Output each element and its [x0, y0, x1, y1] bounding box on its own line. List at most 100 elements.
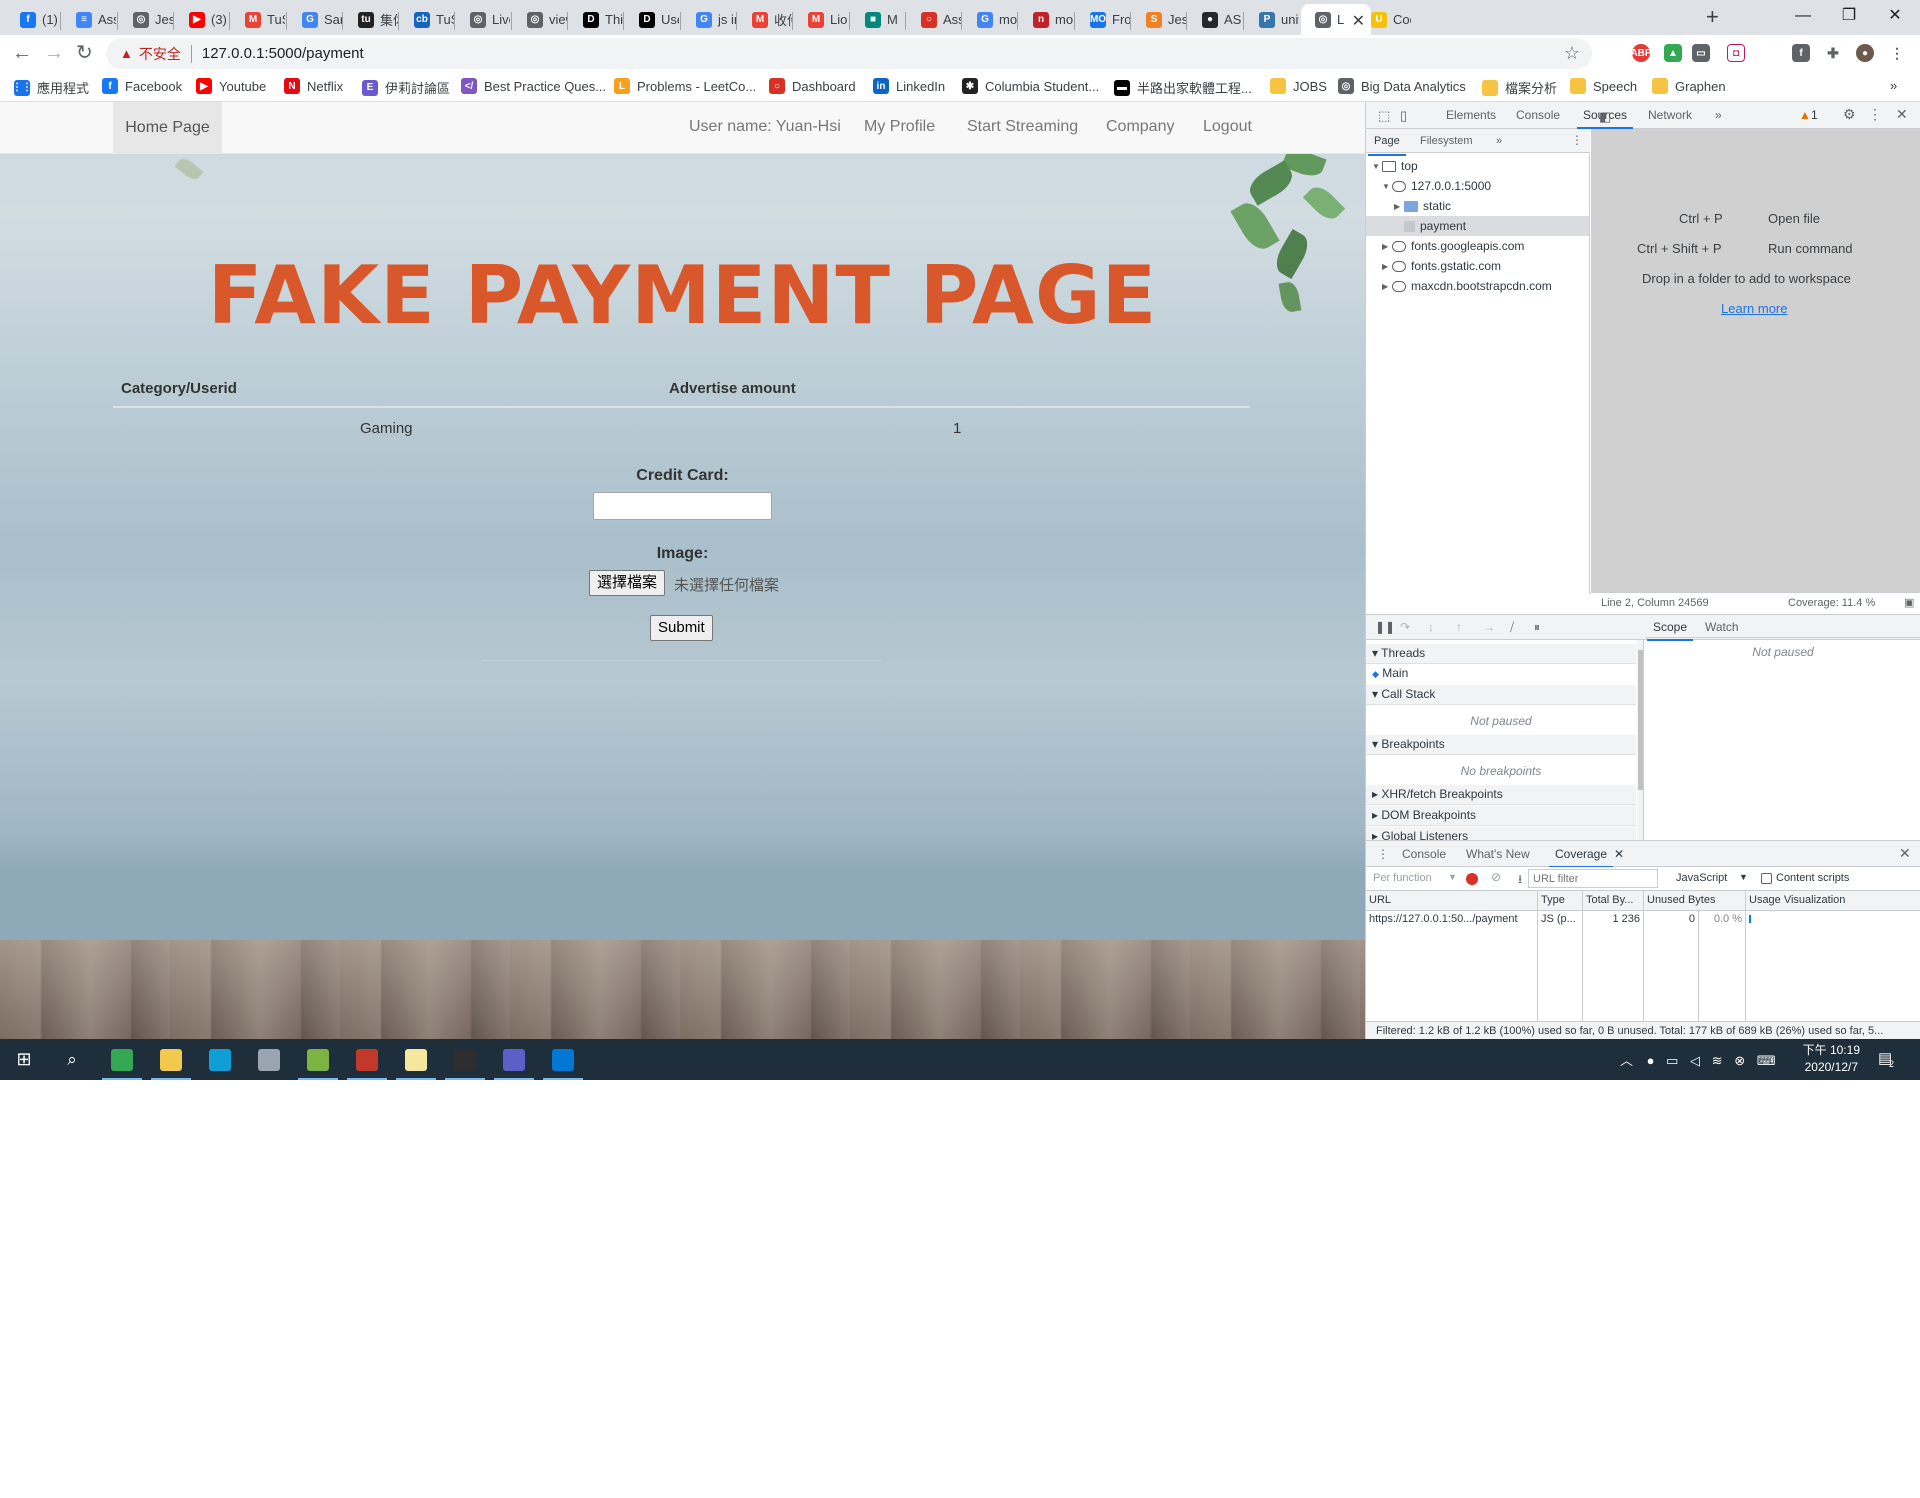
- devtools-menu-icon[interactable]: ⋮: [1868, 106, 1882, 123]
- more-bookmarks-icon[interactable]: »: [1890, 78, 1897, 93]
- tree-item-gstatic[interactable]: ▶ fonts.gstatic.com: [1366, 256, 1589, 276]
- browser-tab[interactable]: Gjs im: [682, 4, 736, 35]
- inspect-element-icon[interactable]: ⬚: [1378, 108, 1390, 124]
- drawer-tab-coverage[interactable]: Coverage: [1548, 847, 1614, 868]
- xhr-breakpoints-section[interactable]: ▸ XHR/fetch Breakpoints: [1366, 785, 1636, 805]
- nav-logout-link[interactable]: Logout: [1203, 118, 1252, 136]
- bookmark-item[interactable]: ▬ 半路出家軟體工程...: [1114, 78, 1252, 97]
- browser-tab[interactable]: U Cod: [1357, 4, 1411, 35]
- coverage-percent[interactable]: Coverage: 11.4 %: [1788, 597, 1875, 609]
- breakpoints-section[interactable]: ▾ Breakpoints: [1366, 735, 1636, 755]
- global-listeners-section[interactable]: ▸ Global Listeners: [1366, 827, 1636, 840]
- submit-button[interactable]: Submit: [650, 615, 713, 641]
- reload-icon[interactable]: ↻: [76, 39, 93, 67]
- tree-item-googleapis[interactable]: ▶ fonts.googleapis.com: [1366, 236, 1589, 256]
- browser-tab[interactable]: M 收件: [738, 4, 792, 35]
- bookmark-item[interactable]: Speech: [1570, 78, 1637, 94]
- browser-tab[interactable]: Gmoc: [963, 4, 1017, 35]
- close-drawer-icon[interactable]: ✕: [1899, 845, 1911, 862]
- taskbar-app[interactable]: [196, 1039, 244, 1080]
- browser-tab[interactable]: ◎ Live: [456, 4, 510, 35]
- bookmark-item[interactable]: ✱ Columbia Student...: [962, 78, 1099, 94]
- browser-tab[interactable]: S Jest: [1132, 4, 1186, 35]
- record-icon[interactable]: [1466, 873, 1478, 885]
- tab-page[interactable]: Page: [1368, 135, 1406, 156]
- column-header-type[interactable]: Type: [1538, 891, 1583, 911]
- tree-item-bootstrapcdn[interactable]: ▶ maxcdn.bootstrapcdn.com: [1366, 276, 1589, 296]
- taskbar-app[interactable]: [490, 1039, 538, 1080]
- taskbar-app[interactable]: [245, 1039, 293, 1080]
- more-subtabs-icon[interactable]: »: [1496, 135, 1502, 147]
- thread-main[interactable]: ◆ Main: [1372, 666, 1408, 680]
- address-bar[interactable]: ▲ 不安全 127.0.0.1:5000/payment ☆: [106, 38, 1592, 69]
- show-hidden-icons-icon[interactable]: ︿: [1620, 1053, 1633, 1068]
- scrollbar[interactable]: [1637, 640, 1643, 840]
- start-button[interactable]: ⊞: [0, 1039, 48, 1080]
- step-icon[interactable]: →: [1483, 620, 1495, 634]
- coverage-url-cell[interactable]: https://127.0.0.1:50.../payment: [1366, 911, 1538, 1021]
- taskbar-clock[interactable]: 下午 10:19 2020/12/7: [1803, 1042, 1860, 1076]
- browser-tab[interactable]: tu 集体: [344, 4, 398, 35]
- drawer-menu-icon[interactable]: ⋮: [1377, 847, 1389, 861]
- battery-icon[interactable]: ▭: [1666, 1053, 1678, 1068]
- browser-tab[interactable]: nmoc: [1019, 4, 1073, 35]
- close-window-button[interactable]: ✕: [1872, 4, 1918, 28]
- clear-icon[interactable]: ⊘: [1491, 870, 1501, 884]
- browser-tab[interactable]: f (1) Fa: [6, 4, 60, 35]
- per-function-select[interactable]: Per function: [1373, 872, 1432, 884]
- column-header-usage-visualization[interactable]: Usage Visualization: [1746, 891, 1920, 911]
- bookmark-item[interactable]: N Netflix: [284, 78, 343, 94]
- tab-elements[interactable]: Elements: [1446, 108, 1496, 122]
- maximize-button[interactable]: ❐: [1826, 4, 1872, 28]
- toggle-sidebar-icon[interactable]: ◧: [1599, 109, 1611, 125]
- warning-count[interactable]: 1: [1811, 108, 1818, 122]
- browser-tab[interactable]: M TuSi: [231, 4, 285, 35]
- wifi-icon[interactable]: ≋: [1712, 1053, 1723, 1068]
- drive-icon[interactable]: ▲: [1664, 44, 1682, 62]
- tab-network[interactable]: Network: [1648, 108, 1692, 122]
- browser-tab[interactable]: ≡ Assi: [62, 4, 116, 35]
- taskbar-app[interactable]: [441, 1039, 489, 1080]
- address-url[interactable]: 127.0.0.1:5000/payment: [202, 45, 364, 62]
- drawer-tab-whats-new[interactable]: What's New: [1466, 847, 1530, 861]
- tab-console[interactable]: Console: [1516, 108, 1560, 122]
- bookmark-item[interactable]: JOBS: [1270, 78, 1327, 94]
- pause-on-exceptions-icon[interactable]: ⏸: [1534, 620, 1540, 635]
- nav-start-streaming-link[interactable]: Start Streaming: [967, 118, 1078, 136]
- url-filter-input[interactable]: [1528, 869, 1658, 888]
- forward-icon[interactable]: →: [44, 39, 64, 67]
- pocket-icon[interactable]: ◘: [1727, 44, 1745, 62]
- back-icon[interactable]: ←: [12, 39, 32, 67]
- close-icon[interactable]: ✕: [1896, 106, 1908, 123]
- taskbar-app[interactable]: [392, 1039, 440, 1080]
- column-header-unused-bytes[interactable]: Unused Bytes: [1644, 891, 1746, 911]
- browser-tab[interactable]: ● ASE: [1188, 4, 1242, 35]
- bookmark-star-icon[interactable]: ☆: [1564, 43, 1580, 64]
- bookmark-item[interactable]: ○ Dashboard: [769, 78, 856, 94]
- bookmark-item[interactable]: </ Best Practice Ques...: [461, 78, 606, 94]
- step-out-icon[interactable]: ↑: [1456, 620, 1462, 634]
- warning-icon[interactable]: ▲: [1799, 108, 1811, 122]
- browser-tab[interactable]: M Lion: [794, 4, 848, 35]
- bookmark-item[interactable]: 檔案分析: [1482, 78, 1557, 97]
- input-method-icon[interactable]: ⌨: [1757, 1053, 1776, 1068]
- bookmark-item[interactable]: L Problems - LeetCo...: [614, 78, 756, 94]
- navigator-menu-icon[interactable]: ⋮: [1571, 133, 1583, 147]
- taskbar-app[interactable]: [343, 1039, 391, 1080]
- device-toolbar-icon[interactable]: ▯: [1400, 108, 1407, 124]
- pause-icon[interactable]: ❚❚: [1375, 620, 1395, 634]
- drawer-tab-console[interactable]: Console: [1402, 847, 1446, 861]
- step-into-icon[interactable]: ↓: [1428, 620, 1434, 634]
- browser-tab[interactable]: ▶ (3) Y: [175, 4, 229, 35]
- browser-tab[interactable]: ◎ view: [513, 4, 567, 35]
- column-header-total-bytes[interactable]: Total By...: [1583, 891, 1644, 911]
- taskbar-app[interactable]: [539, 1039, 587, 1080]
- extensions-puzzle-icon[interactable]: ✚: [1824, 44, 1842, 62]
- tab-filesystem[interactable]: Filesystem: [1420, 135, 1473, 147]
- column-header-url[interactable]: URL: [1366, 891, 1538, 911]
- credit-card-input[interactable]: [593, 492, 772, 520]
- taskbar-app[interactable]: [98, 1039, 146, 1080]
- facebook-ext-icon[interactable]: f: [1792, 44, 1810, 62]
- bookmark-item[interactable]: Graphen: [1652, 78, 1726, 94]
- microphone-icon[interactable]: ●: [1647, 1053, 1655, 1068]
